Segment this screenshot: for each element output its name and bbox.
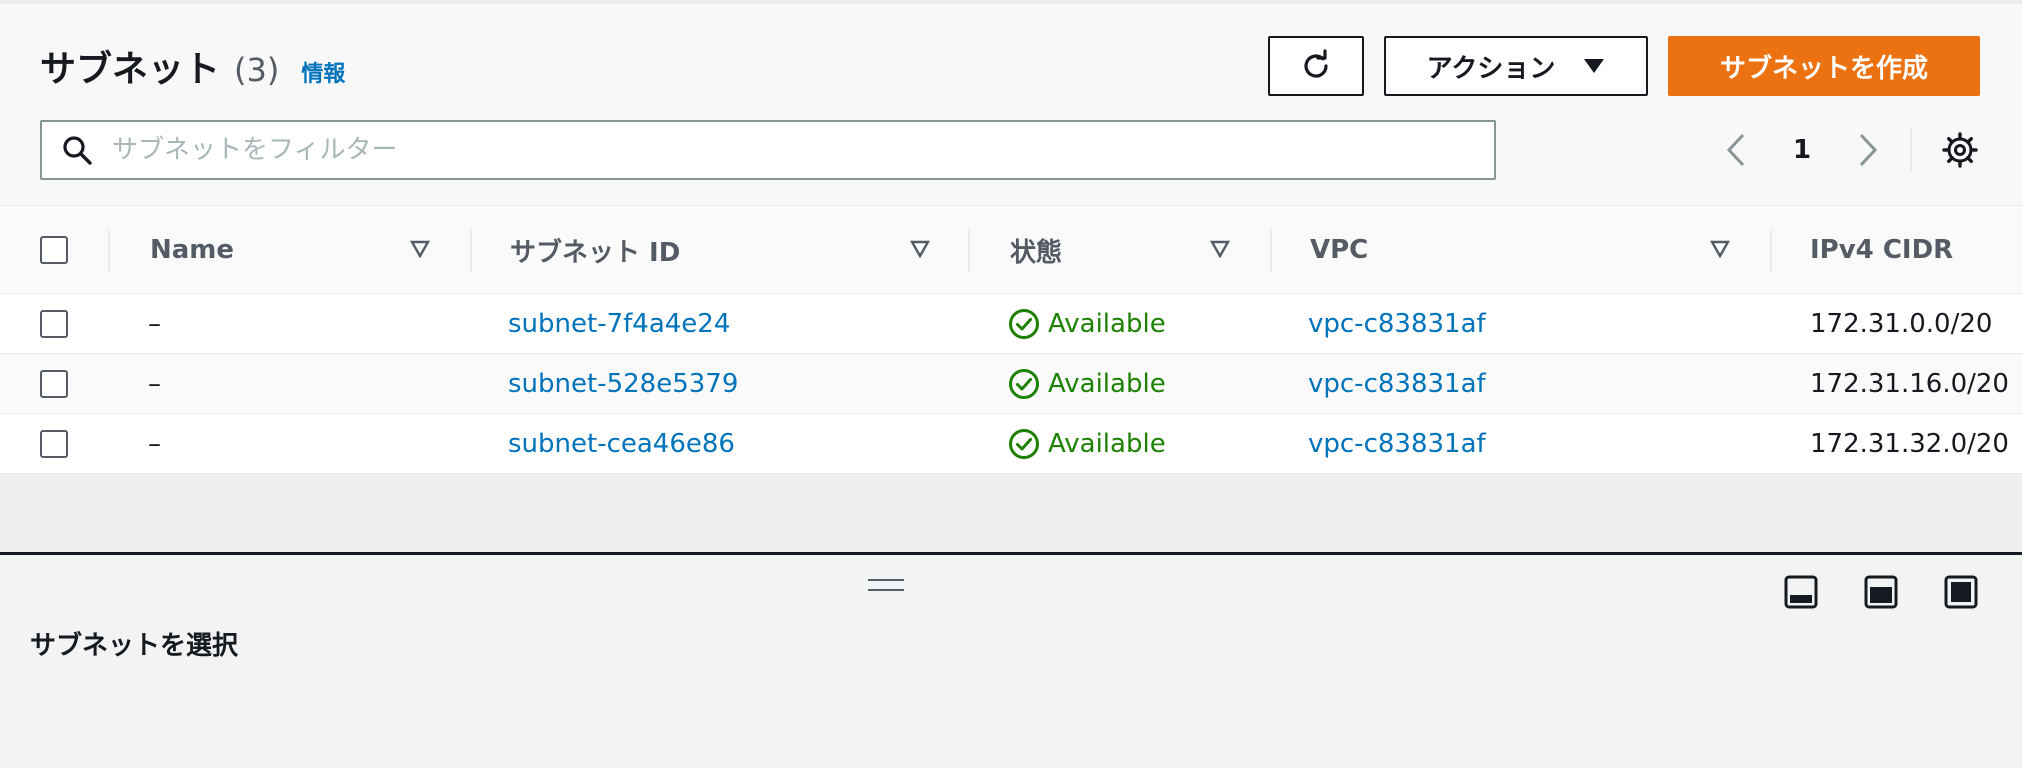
settings-button[interactable] [1938,128,1982,172]
page-number[interactable]: 1 [1793,135,1811,165]
column-header-name[interactable]: Name [150,206,234,294]
sort-icon[interactable] [410,240,430,258]
page-title: サブネット (3) 情報 [40,40,345,92]
vpc-link[interactable]: vpc-c83831af [1308,294,1486,354]
chevron-right-icon[interactable] [1856,132,1880,168]
ipv4-cidr: 172.31.32.0/20 [1810,429,2009,459]
column-divider [1770,230,1772,272]
ipv4-cidr: 172.31.0.0/20 [1810,309,1993,339]
panel-position-bottom-icon[interactable] [1784,575,1818,609]
actions-label: アクション [1426,53,1556,84]
status-badge: Available [1008,294,1166,354]
pagination-divider [1910,128,1912,172]
vpc-link[interactable]: vpc-c83831af [1308,354,1486,414]
status-badge: Available [1008,414,1166,474]
row-checkbox[interactable] [40,430,68,458]
pagination: 1 [1724,122,1880,178]
sort-icon[interactable] [1210,240,1230,258]
subnet-id-link[interactable]: subnet-7f4a4e24 [508,294,730,354]
table-row[interactable]: – subnet-528e5379 Available vpc-c83831af… [0,354,2022,414]
check-circle-icon [1009,369,1039,399]
panel-maximize-icon[interactable] [1944,575,1978,609]
chevron-left-icon[interactable] [1724,132,1748,168]
column-divider [108,230,110,272]
row-checkbox[interactable] [40,370,68,398]
column-divider [1270,230,1272,272]
table-empty-area [0,474,2022,554]
column-header-ipv4-cidr[interactable]: IPv4 CIDR [1810,206,1953,294]
check-circle-icon [1009,309,1039,339]
subnet-name: – [148,309,161,339]
create-subnet-button[interactable]: サブネットを作成 [1668,36,1980,96]
search-input[interactable] [112,135,1472,165]
actions-dropdown-button[interactable]: アクション [1384,36,1648,96]
subnet-name: – [148,429,161,459]
subnet-count: (3) [234,51,280,89]
ipv4-cidr: 172.31.16.0/20 [1810,369,2009,399]
split-panel-title: サブネットを選択 [30,631,239,661]
column-divider [470,230,472,272]
column-header-subnet-id[interactable]: サブネット ID [510,206,680,294]
status-text: Available [1048,369,1166,399]
page-title-text: サブネット [40,49,221,90]
split-panel: サブネットを選択 [0,555,2022,768]
column-header-vpc[interactable]: VPC [1310,206,1368,294]
refresh-button[interactable] [1268,36,1364,96]
panel-position-side-icon[interactable] [1864,575,1898,609]
subnet-name: – [148,369,161,399]
subnet-id-link[interactable]: subnet-cea46e86 [508,414,735,474]
filter-search[interactable] [40,120,1496,180]
table-row[interactable]: – subnet-cea46e86 Available vpc-c83831af… [0,414,2022,474]
status-badge: Available [1008,354,1166,414]
sort-icon[interactable] [1710,240,1730,258]
subnet-id-link[interactable]: subnet-528e5379 [508,354,738,414]
row-checkbox[interactable] [40,310,68,338]
select-all-checkbox[interactable] [40,236,68,264]
table-header: Name サブネット ID 状態 VPC IPv4 CIDR [0,206,2022,294]
search-icon [42,122,112,178]
sort-icon[interactable] [910,240,930,258]
caret-down-icon [1584,59,1605,73]
refresh-icon [1304,49,1328,78]
info-link[interactable]: 情報 [301,56,345,88]
table-row[interactable]: – subnet-7f4a4e24 Available vpc-c83831af… [0,294,2022,354]
drag-handle-icon[interactable] [868,579,904,591]
column-header-state[interactable]: 状態 [1010,206,1062,294]
gear-icon [1942,132,1978,168]
status-text: Available [1048,429,1166,459]
column-divider [968,230,970,272]
vpc-link[interactable]: vpc-c83831af [1308,414,1486,474]
check-circle-icon [1009,429,1039,459]
status-text: Available [1048,309,1166,339]
subnets-header: サブネット (3) 情報 アクション サブネットを作成 1 [0,4,2022,206]
